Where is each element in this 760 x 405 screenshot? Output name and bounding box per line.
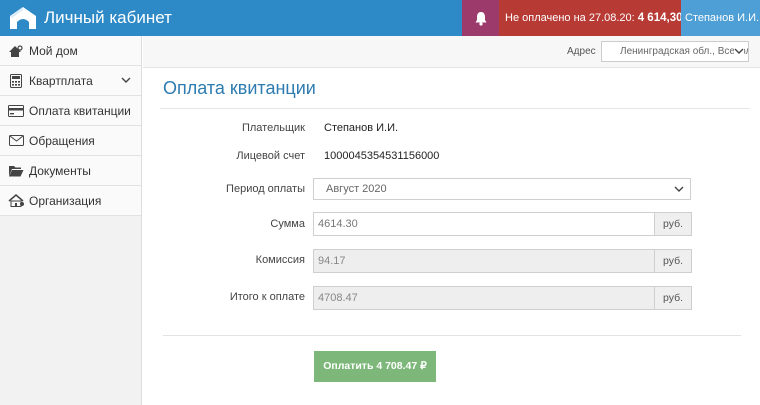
payer-value: Степанов И.И.: [324, 122, 399, 134]
sidebar-item-documents[interactable]: Документы: [0, 156, 141, 186]
account-label: Лицевой счет: [236, 150, 305, 162]
sidebar-item-receipt-payment[interactable]: Оплата квитанции: [0, 96, 141, 126]
period-select[interactable]: Август 2020: [313, 178, 691, 200]
sum-label: Сумма: [270, 218, 305, 230]
total-label: Итого к оплате: [229, 291, 305, 303]
pay-button[interactable]: Оплатить 4 708.47 ₽: [314, 351, 436, 382]
chevron-down-icon[interactable]: [121, 76, 131, 84]
sidebar-item-label: Организация: [29, 193, 102, 208]
period-label: Период оплаты: [226, 183, 305, 195]
notifications-button[interactable]: [462, 0, 499, 36]
chevron-down-icon: [674, 186, 684, 192]
address-label: Адрес: [567, 46, 596, 57]
unpaid-text: Не оплачено на 27.08.20:: [505, 12, 635, 24]
user-menu[interactable]: Степанов И.И.: [681, 0, 760, 36]
total-field: 4708.47: [313, 286, 655, 310]
address-bar: Адрес Ленинградская обл., Всеволожский р…: [143, 36, 760, 68]
sidebar-item-label: Документы: [29, 163, 91, 178]
address-select[interactable]: Ленинградская обл., Всеволожский р-н: [601, 41, 749, 62]
folder-open-icon: [7, 164, 25, 178]
app-title[interactable]: Личный кабинет: [44, 8, 172, 28]
commission-unit: руб.: [654, 249, 692, 273]
commission-label: Комиссия: [255, 254, 305, 266]
payer-label: Плательщик: [241, 122, 305, 134]
sum-input[interactable]: 4614.30: [313, 212, 655, 236]
house-key-icon: [7, 44, 25, 58]
user-name: Степанов И.И.: [685, 12, 760, 24]
account-value: 1000045354531156000: [324, 150, 440, 162]
commission-value: 94.17: [318, 255, 346, 267]
sidebar-item-label: Квартплата: [29, 73, 93, 88]
sidebar-item-label: Оплата квитанции: [29, 103, 131, 118]
sidebar-item-label: Мой дом: [29, 43, 78, 58]
sidebar-item-label: Обращения: [29, 133, 95, 148]
envelope-icon: [7, 134, 25, 148]
sidebar: Мой дом Квартплата Оплата квитанции Обра…: [0, 36, 142, 405]
building-icon: [7, 194, 25, 208]
divider: [160, 108, 750, 109]
total-value: 4708.47: [318, 292, 358, 304]
credit-card-icon: [7, 104, 25, 118]
chevron-down-icon: [734, 47, 744, 55]
period-value: Август 2020: [326, 183, 387, 195]
total-unit: руб.: [654, 286, 692, 310]
house-logo-icon[interactable]: [8, 6, 38, 30]
commission-field: 94.17: [313, 249, 655, 273]
sum-value: 4614.30: [318, 218, 358, 230]
sidebar-item-organization[interactable]: Организация: [0, 186, 141, 216]
sidebar-item-requests[interactable]: Обращения: [0, 126, 141, 156]
sidebar-item-rent[interactable]: Квартплата: [0, 66, 141, 96]
sum-unit: руб.: [654, 212, 692, 236]
bell-icon: [475, 11, 486, 26]
unpaid-balance-badge[interactable]: Не оплачено на 27.08.20: 4 614,30 р.: [499, 0, 696, 36]
sidebar-item-my-home[interactable]: Мой дом: [0, 36, 141, 66]
top-header: Личный кабинет Не оплачено на 27.08.20: 4…: [0, 0, 760, 36]
page-title: Оплата квитанции: [163, 78, 316, 98]
address-value: Ленинградская обл., Всеволожский р-н: [620, 46, 749, 57]
calculator-icon: [7, 73, 25, 88]
divider: [163, 335, 741, 336]
